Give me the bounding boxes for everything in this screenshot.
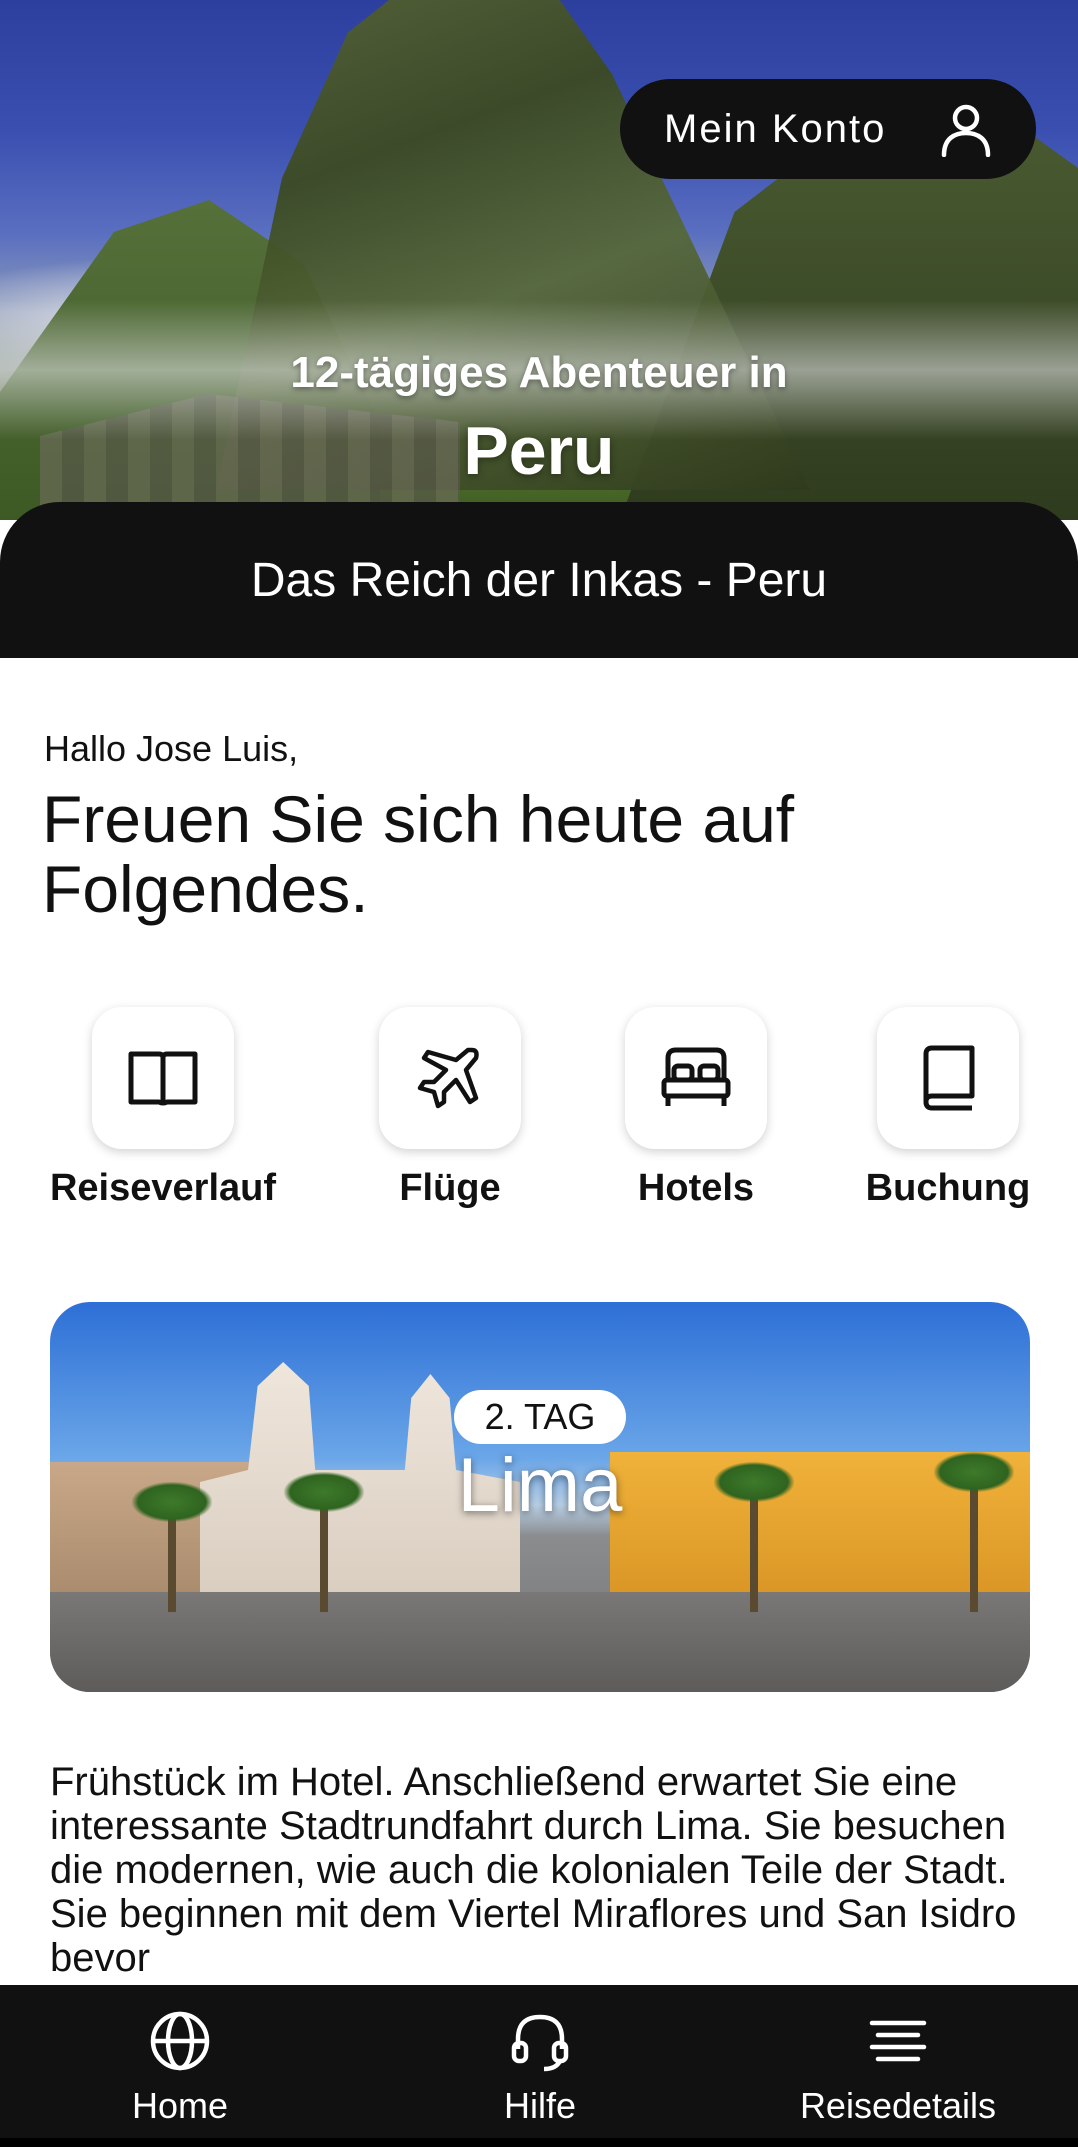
open-book-icon xyxy=(128,1051,198,1106)
globe-icon xyxy=(150,2011,210,2071)
flights-tile[interactable] xyxy=(379,1007,521,1149)
day-badge: 2. TAG xyxy=(454,1390,626,1444)
quick-action-booking[interactable]: Buchung xyxy=(850,1007,1046,1210)
booking-label: Buchung xyxy=(865,1167,1031,1209)
my-account-label: Mein Konto xyxy=(664,106,887,151)
greeting-headline: Freuen Sie sich heute auf Folgendes. xyxy=(42,782,795,926)
greeting-text: Hallo Jose Luis, xyxy=(44,728,299,769)
itinerary-tile[interactable] xyxy=(92,1007,234,1149)
nav-home-label: Home xyxy=(131,2085,229,2126)
quick-action-hotels[interactable]: Hotels xyxy=(596,1007,796,1210)
flights-label: Flüge xyxy=(399,1167,501,1209)
airplane-icon xyxy=(417,1047,479,1109)
trip-name: Das Reich der Inkas - Peru xyxy=(250,553,828,607)
hotels-tile[interactable] xyxy=(625,1007,767,1149)
booking-tile[interactable] xyxy=(877,1007,1019,1149)
headset-icon xyxy=(511,2014,569,2072)
user-icon xyxy=(941,104,991,157)
bottom-navigation: Home Hilfe Reisedetails xyxy=(0,1985,1078,2147)
trip-name-banner: Das Reich der Inkas - Peru xyxy=(0,502,1078,658)
nav-help[interactable]: Hilfe xyxy=(410,1985,670,2135)
day-card[interactable]: 2. TAG Lima xyxy=(50,1302,1030,1692)
nav-trip-details-label: Reisedetails xyxy=(799,2085,997,2126)
bed-icon xyxy=(661,1047,731,1106)
trip-duration-subtitle: 12-tägiges Abenteuer in xyxy=(290,348,788,397)
book-icon xyxy=(923,1045,975,1111)
hotels-label: Hotels xyxy=(637,1167,755,1209)
nav-help-label: Hilfe xyxy=(503,2085,577,2126)
day-description: Frühstück im Hotel. Anschließend erwarte… xyxy=(50,1760,1017,1980)
itinerary-label: Reiseverlauf xyxy=(49,1167,276,1209)
hero-banner: Mein Konto 12-tägiges Abenteuer in Peru xyxy=(0,0,1078,520)
destination-title: Peru xyxy=(463,413,615,489)
nav-home[interactable]: Home xyxy=(50,1985,310,2135)
quick-action-itinerary[interactable]: Reiseverlauf xyxy=(40,1007,286,1210)
day-card-image-plaza xyxy=(50,1592,1030,1692)
nav-trip-details[interactable]: Reisedetails xyxy=(768,1985,1028,2135)
quick-action-flights[interactable]: Flüge xyxy=(348,1007,552,1210)
my-account-button[interactable]: Mein Konto xyxy=(620,79,1036,179)
system-gesture-bar xyxy=(0,2138,1078,2147)
day-city-title: Lima xyxy=(457,1443,623,1528)
menu-lines-icon xyxy=(869,2020,927,2062)
